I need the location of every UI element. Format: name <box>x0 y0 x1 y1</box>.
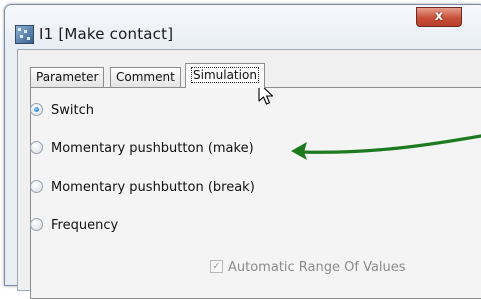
radio-selected-icon[interactable] <box>30 103 43 116</box>
tab-simulation-label: Simulation <box>191 67 259 83</box>
radio-icon[interactable] <box>30 218 43 231</box>
tab-comment[interactable]: Comment <box>110 67 181 87</box>
option-momentary-break[interactable]: Momentary pushbutton (break) <box>30 180 255 195</box>
radio-icon[interactable] <box>30 180 43 193</box>
option-label: Momentary pushbutton (make) <box>51 141 254 156</box>
option-label: Momentary pushbutton (break) <box>51 180 255 195</box>
option-label: Frequency <box>51 218 119 233</box>
checkmark-icon[interactable]: ✓ <box>210 260 223 273</box>
annotation-arrow-icon <box>291 134 481 160</box>
dialog-content: Parameter Comment Simulation Switch Mome… <box>17 49 481 299</box>
tab-parameter[interactable]: Parameter <box>30 67 105 87</box>
option-momentary-make[interactable]: Momentary pushbutton (make) <box>30 141 254 156</box>
app-icon <box>15 25 34 44</box>
title-bar[interactable]: I1 [Make contact] x <box>5 5 481 49</box>
window-title: I1 [Make contact] <box>39 25 174 43</box>
automatic-range-label: Automatic Range Of Values <box>228 260 406 275</box>
radio-icon[interactable] <box>30 141 43 154</box>
automatic-range-checkbox[interactable]: ✓ Automatic Range Of Values <box>210 260 406 275</box>
tab-simulation[interactable]: Simulation <box>185 63 265 88</box>
option-label: Switch <box>51 103 94 118</box>
option-frequency[interactable]: Frequency <box>30 218 118 233</box>
option-switch[interactable]: Switch <box>30 103 94 118</box>
close-button[interactable]: x <box>416 7 462 27</box>
